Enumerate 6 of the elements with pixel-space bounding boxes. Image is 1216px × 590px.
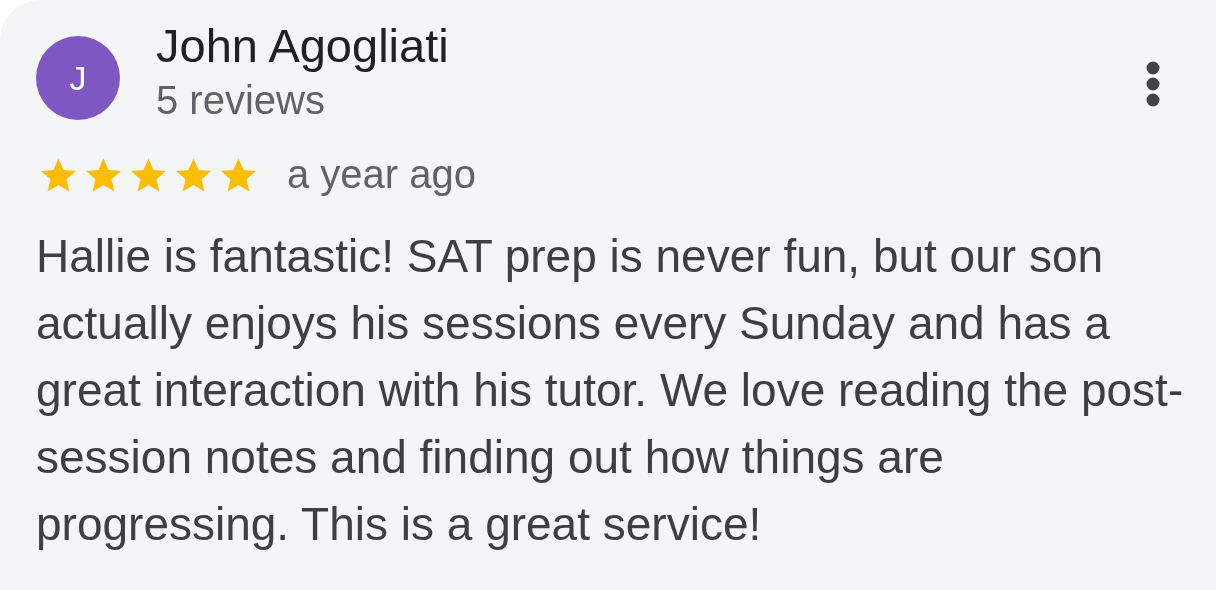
author-name: John Agogliati	[156, 18, 449, 74]
avatar: J	[36, 36, 120, 120]
review-count: 5 reviews	[156, 77, 326, 124]
more-options-icon[interactable]	[1146, 61, 1160, 107]
review-time: a year ago	[287, 152, 477, 197]
review-text: Hallie is fantastic! SAT prep is never fun, but our son actually enjoys his sessions every Sunday and has a great interaction with his tutor. We love reading the post-session notes and finding out how things are progressing. This is a great service!	[36, 229, 1185, 552]
